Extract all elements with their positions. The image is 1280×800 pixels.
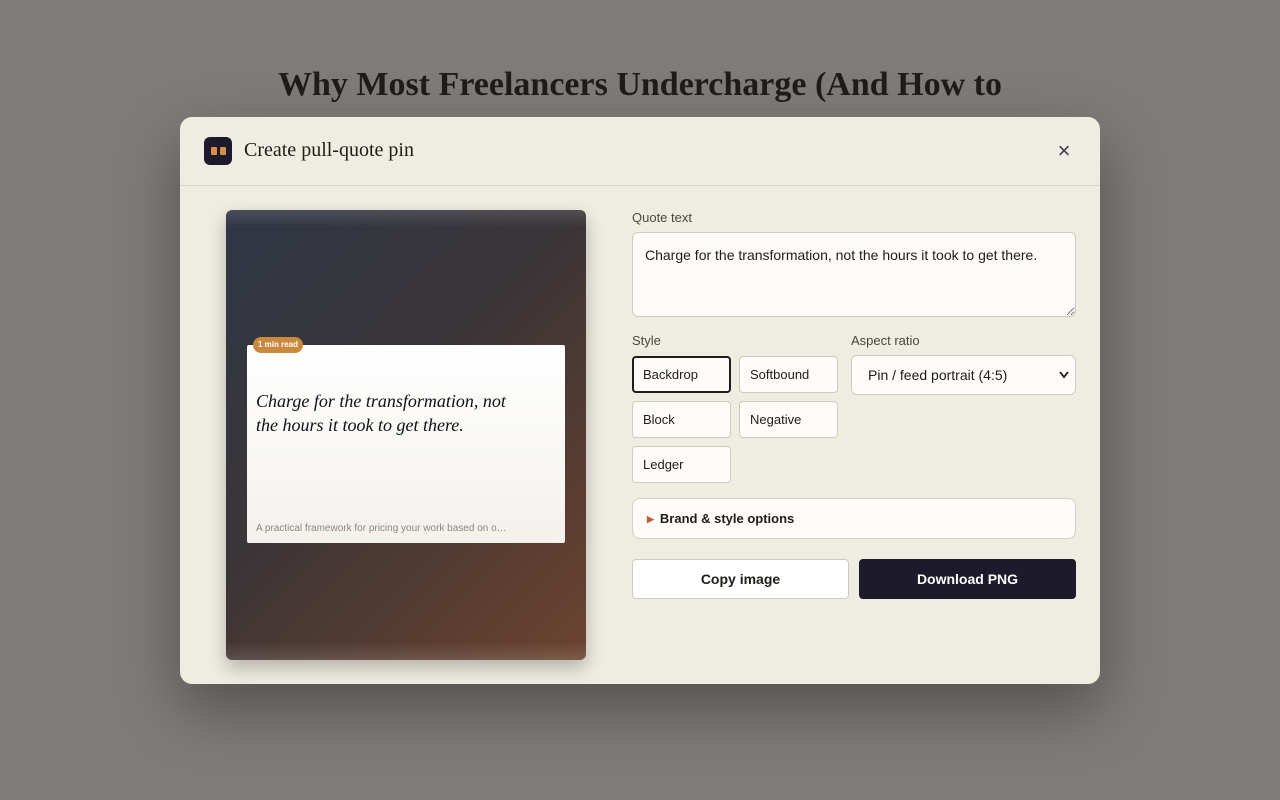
- style-softbound-button[interactable]: Softbound: [739, 356, 838, 393]
- style-ledger-button[interactable]: Ledger: [632, 446, 731, 483]
- style-negative-button[interactable]: Negative: [739, 401, 838, 438]
- aspect-ratio-select[interactable]: Pin / feed portrait (4:5): [851, 355, 1076, 395]
- read-time-badge: 1 min read: [253, 337, 304, 353]
- pull-quote-icon: [204, 137, 232, 165]
- style-block-button[interactable]: Block: [632, 401, 731, 438]
- modal-header: Create pull-quote pin ×: [180, 117, 1100, 186]
- chevron-down-icon: [1059, 356, 1069, 409]
- pull-quote-modal: Create pull-quote pin × 1 min read Charg…: [180, 117, 1100, 684]
- triangle-right-icon: ▶: [647, 514, 654, 524]
- close-icon[interactable]: ×: [1052, 139, 1076, 163]
- quote-card: Charge for the transformation, not the h…: [247, 345, 565, 543]
- pin-preview: 1 min read Charge for the transformation…: [226, 210, 586, 660]
- preview-subtitle: A practical framework for pricing your w…: [256, 523, 507, 534]
- article-title: Why Most Freelancers Undercharge (And Ho…: [278, 66, 1002, 103]
- modal-title: Create pull-quote pin: [244, 139, 414, 161]
- copy-image-button[interactable]: Copy image: [632, 559, 849, 599]
- aspect-label: Aspect ratio: [851, 333, 920, 348]
- download-png-button[interactable]: Download PNG: [859, 559, 1076, 599]
- quote-input[interactable]: Charge for the transformation, not the h…: [632, 232, 1076, 317]
- style-backdrop-button[interactable]: Backdrop: [632, 356, 731, 393]
- style-label: Style: [632, 333, 661, 348]
- brand-style-options-toggle[interactable]: ▶ Brand & style options: [632, 498, 1076, 539]
- preview-quote: Charge for the transformation, not the h…: [256, 391, 506, 435]
- quote-label: Quote text: [632, 210, 692, 225]
- brand-style-options-label: Brand & style options: [659, 511, 795, 526]
- aspect-ratio-value: Pin / feed portrait (4:5): [868, 367, 1008, 383]
